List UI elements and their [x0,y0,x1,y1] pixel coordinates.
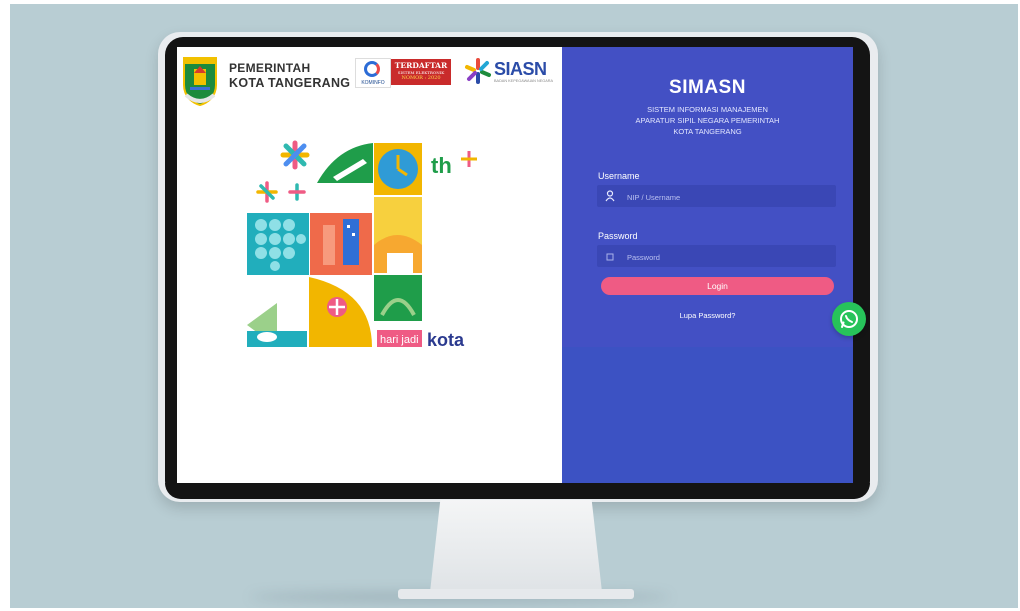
kominfo-logo: KOMINFO [355,58,391,88]
anniversary-artwork: th hari jadi kota [247,140,477,350]
monitor-screen: PEMERINTAH KOTA TANGERANG KOMINFO TERDAF… [177,47,853,483]
app-subtitle-line3: KOTA TANGERANG [673,127,742,136]
monitor-chin [165,483,870,499]
hari-jadi-label: hari jadi [380,334,419,346]
password-field-wrapper [597,245,836,269]
app-subtitle-line1: SISTEM INFORMASI MANAJEMEN [647,105,768,114]
forgot-password-link[interactable]: Lupa Password? [562,311,853,320]
whatsapp-button[interactable] [832,302,866,336]
kominfo-icon [364,61,380,77]
lock-icon [606,253,614,261]
pse-registered-badge: KOMINFO TERDAFTAR SISTEM ELEKTRONIK NOMO… [355,58,453,88]
government-line1: PEMERINTAH [229,61,311,75]
user-icon [605,190,615,202]
whatsapp-icon [840,310,858,328]
username-input[interactable] [625,185,829,209]
government-line2: KOTA TANGERANG [229,76,351,90]
siasn-logo-text: SIASN [494,59,547,79]
password-label: Password [598,231,638,241]
username-field-wrapper [597,185,836,209]
app-title: SIMASN [669,77,746,98]
password-input[interactable] [625,245,829,269]
kota-label: kota [427,330,465,350]
username-label: Username [598,171,640,181]
siasn-logo: SIASN BADAN KEPEGAWAIAN NEGARA [464,57,556,89]
asterisk-star-icon [280,140,310,170]
app-subtitle-line2: APARATUR SIPIL NEGARA PEMERINTAH [635,116,780,125]
siasn-star-icon [465,58,491,84]
terdaftar-badge: TERDAFTAR SISTEM ELEKTRONIK NOMOR : 2020 [391,59,451,85]
desktop-scene: PEMERINTAH KOTA TANGERANG KOMINFO TERDAF… [10,4,1018,608]
kominfo-label: KOMINFO [361,80,385,86]
nomor-label: NOMOR : 2020 [401,75,441,81]
monitor-stand [430,500,602,592]
monitor-base [398,589,634,599]
th-label: th [431,153,452,178]
siasn-logo-subtitle: BADAN KEPEGAWAIAN NEGARA [494,79,554,83]
login-button[interactable]: Login [601,277,834,295]
asterisk-star-icon [256,181,306,203]
terdaftar-label: TERDAFTAR [394,61,448,70]
left-panel: PEMERINTAH KOTA TANGERANG KOMINFO TERDAF… [177,47,562,483]
city-emblem-icon [183,57,217,107]
